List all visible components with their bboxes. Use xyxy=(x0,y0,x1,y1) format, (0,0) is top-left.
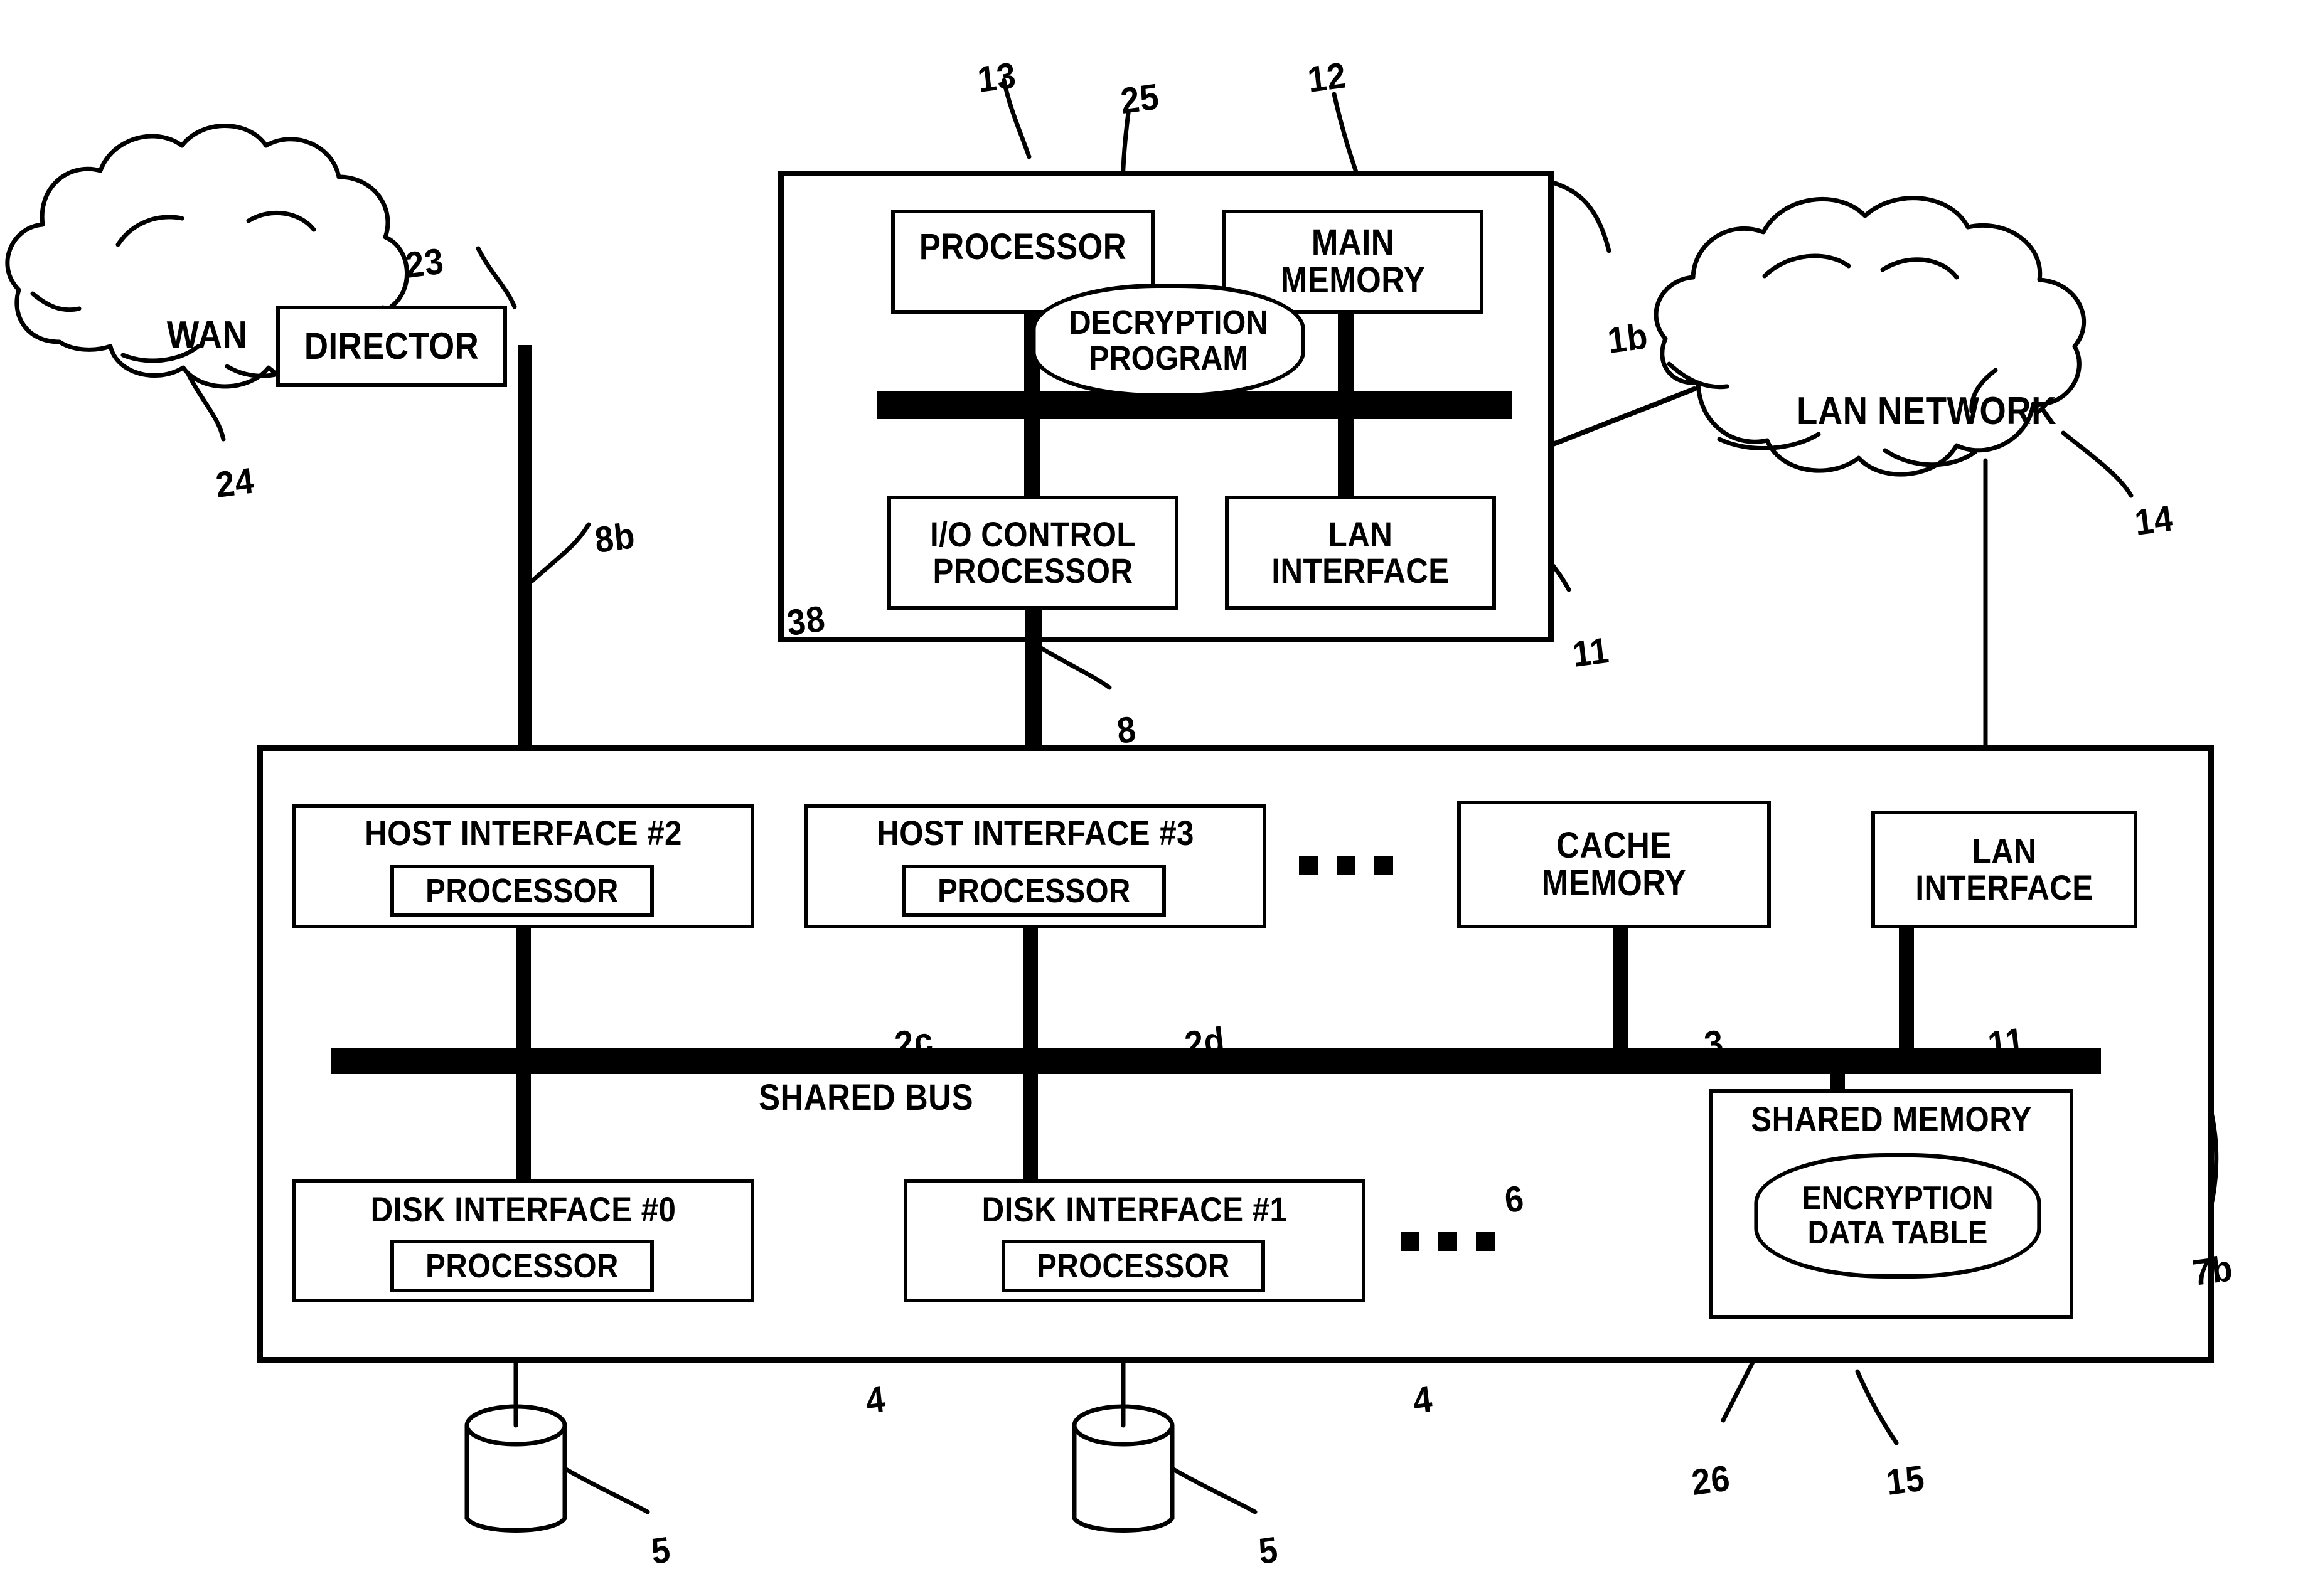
lan-network-label: LAN NETWORK xyxy=(1796,389,2056,433)
bus-stub-host-if-2 xyxy=(516,928,531,1051)
ref-11-host: 11 xyxy=(1570,629,1611,676)
storage-lan-interface-box[interactable]: LAN INTERFACE xyxy=(1871,811,2137,928)
lan-cloud-leader-line xyxy=(2061,430,2134,498)
ref-1b-leader xyxy=(1549,179,1611,253)
host-processor-label: PROCESSOR xyxy=(919,226,1127,267)
disk-interface-0-label: DISK INTERFACE #0 xyxy=(370,1189,676,1229)
host-bus-stub-memory xyxy=(1338,309,1354,402)
ref-2c: 2c xyxy=(892,1019,936,1066)
shared-memory-label: SHARED MEMORY xyxy=(1751,1099,2032,1139)
decryption-program-pill[interactable]: DECRYPTION PROGRAM xyxy=(1032,284,1305,398)
ref-4-disk0: 4 xyxy=(863,1378,888,1422)
host-interface-3-processor-label: PROCESSOR xyxy=(938,871,1131,910)
bus-stub-disk-if-0 xyxy=(516,1070,531,1183)
ref-25: 25 xyxy=(1118,76,1162,122)
host-bus-stub-lan xyxy=(1338,409,1354,502)
disk-interface-0-processor-box[interactable]: PROCESSOR xyxy=(390,1240,654,1292)
wan-leader-line xyxy=(186,371,226,442)
ref-26: 26 xyxy=(1689,1457,1733,1504)
ref-8b: 8b xyxy=(592,514,638,561)
host-interface-3-label: HOST INTERFACE #3 xyxy=(877,812,1194,853)
ref-5b-leader xyxy=(1171,1467,1258,1514)
host-interface-ellipsis xyxy=(1299,856,1393,875)
host-interface-3-processor-box[interactable]: PROCESSOR xyxy=(902,864,1166,917)
wan-label: WAN xyxy=(166,313,248,357)
ref-8-leader xyxy=(1035,644,1112,690)
ref-23: 23 xyxy=(403,240,446,287)
ref-13: 13 xyxy=(975,55,1018,101)
bus-stub-lan-if xyxy=(1899,928,1914,1051)
ref-2d: 2d xyxy=(1182,1019,1227,1066)
ref-4-disk1: 4 xyxy=(1411,1378,1435,1422)
ref-7b: 7b xyxy=(2190,1247,2235,1294)
disk-drive-0 xyxy=(464,1404,567,1533)
host-interface-2-label: HOST INTERFACE #2 xyxy=(365,812,682,853)
host-bus-stub-io xyxy=(1024,409,1040,502)
ref-5a-leader xyxy=(564,1467,650,1514)
ref-38: 38 xyxy=(784,598,828,644)
cache-memory-label: CACHE MEMORY xyxy=(1541,824,1687,903)
host-io-control-processor-label: I/O CONTROL PROCESSOR xyxy=(930,514,1136,590)
host-main-memory-label: MAIN MEMORY xyxy=(1280,221,1426,301)
ref-24: 24 xyxy=(213,460,257,506)
ref-1b: 1b xyxy=(1605,315,1650,362)
host-lan-interface-box[interactable]: LAN INTERFACE xyxy=(1225,496,1496,610)
bus-stub-disk-if-1 xyxy=(1023,1070,1038,1183)
bus-stub-host-if-3 xyxy=(1023,928,1038,1051)
disk-interface-ellipsis xyxy=(1401,1232,1495,1251)
ref-8b-leader xyxy=(530,522,591,583)
shared-bus-label: SHARED BUS xyxy=(759,1077,973,1118)
host-lan-interface-label: LAN INTERFACE xyxy=(1271,514,1450,590)
ref-11-storage: 11 xyxy=(1985,1019,2027,1066)
director-to-host-if-link xyxy=(518,345,532,809)
ref-15-leader xyxy=(1855,1369,1899,1445)
ref-12: 12 xyxy=(1305,55,1349,101)
cache-memory-box[interactable]: CACHE MEMORY xyxy=(1457,801,1771,928)
ref-14: 14 xyxy=(2132,497,2176,544)
encryption-data-table-pill[interactable]: ENCRYPTION DATA TABLE xyxy=(1754,1153,2041,1279)
host-interface-2-processor-box[interactable]: PROCESSOR xyxy=(390,864,654,917)
disk-interface-1-processor-box[interactable]: PROCESSOR xyxy=(1002,1240,1265,1292)
director-box[interactable]: DIRECTOR xyxy=(276,306,507,387)
storage-lan-interface-label: LAN INTERFACE xyxy=(1915,831,2093,907)
disk-interface-0-processor-label: PROCESSOR xyxy=(425,1247,619,1285)
ref-5-drive1: 5 xyxy=(1256,1529,1281,1573)
disk-drive-1 xyxy=(1072,1404,1175,1533)
host-interface-2-processor-label: PROCESSOR xyxy=(425,871,619,910)
diagram-canvas: WAN 24 DIRECTOR 23 8b LAN NETWORK 14 1b … xyxy=(0,0,2298,1596)
disk-interface-1-label: DISK INTERFACE #1 xyxy=(981,1189,1288,1229)
host-io-control-processor-box[interactable]: I/O CONTROL PROCESSOR xyxy=(887,496,1178,610)
director-label: DIRECTOR xyxy=(304,324,479,367)
disk-interface-1-processor-label: PROCESSOR xyxy=(1037,1247,1230,1285)
director-leader-line xyxy=(476,246,517,309)
bus-stub-cache xyxy=(1613,928,1628,1051)
ref-15: 15 xyxy=(1884,1457,1927,1504)
ref-5-drive0: 5 xyxy=(649,1529,673,1573)
